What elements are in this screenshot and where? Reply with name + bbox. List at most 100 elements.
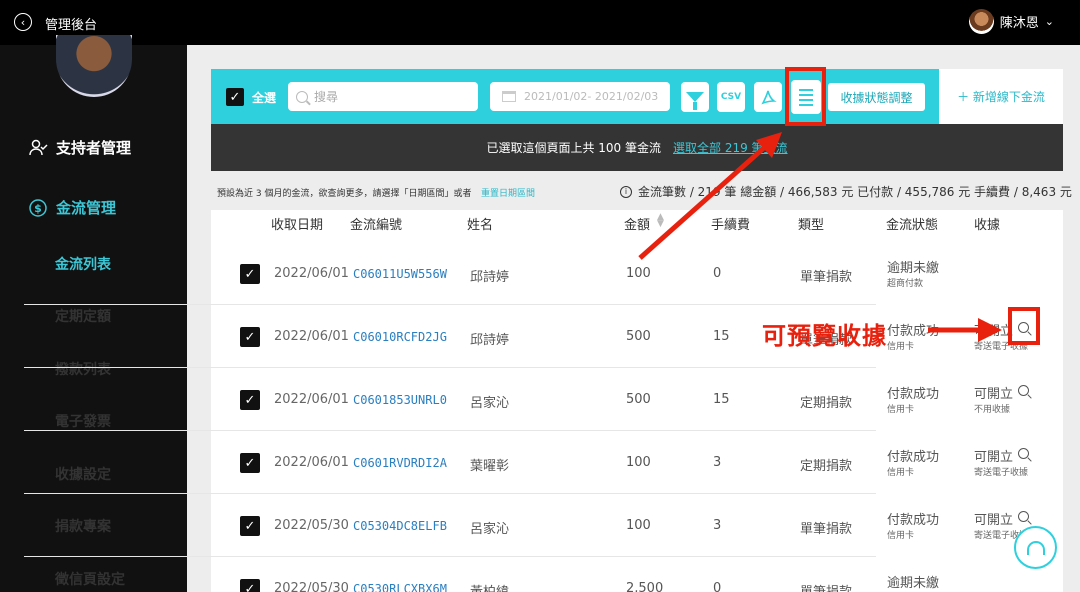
annotation-text: 可預覽收據 [762,322,887,350]
cell-payment-code[interactable]: C0601RVDRDI2A [353,456,447,470]
cell-payment-code[interactable]: C0601853UNRL0 [353,393,447,407]
table-row[interactable] [24,242,876,305]
cell-date: 2022/06/01 [274,266,349,281]
cell-name: 呂家沁 [470,522,510,537]
cell-status: 付款成功 [887,450,940,465]
row-checkbox[interactable]: ✓ [240,390,260,410]
column-header-date[interactable]: 收取日期 [271,214,323,233]
add-offline-payment-button[interactable]: ＋ 新增線下金流 [939,69,1063,124]
cell-status-method: 超商付款 [887,279,924,289]
receipt-status-button[interactable]: 收據狀態調整 [828,83,925,111]
support-button[interactable] [1014,526,1057,569]
cell-fee: 0 [713,266,722,281]
cell-name: 呂家沁 [470,396,510,411]
column-header-amount[interactable]: 金額 [624,214,650,233]
table-row[interactable] [24,368,876,431]
cell-status: 逾期未繳 [887,576,940,591]
cell-receipt: 可開立 [974,450,1014,465]
table-row[interactable] [24,557,876,592]
cell-fee: 15 [713,329,730,344]
cell-amount: 100 [626,266,651,281]
receipt-preview-icon[interactable] [1018,385,1029,396]
filter-button[interactable] [681,82,709,112]
top-bar: ‹ 管理後台 陳沐恩 ⌄ [0,0,1080,45]
cell-name: 黃柏緯 [470,581,509,592]
avatar [56,35,132,97]
avatar [968,9,994,34]
back-icon[interactable]: ‹ [14,13,32,31]
cell-amount: 100 [626,518,651,533]
csv-export-button[interactable]: CSV [717,82,745,112]
cell-type: 單筆捐款 [800,581,852,592]
reset-date-link[interactable]: 重置日期區間 [481,186,535,199]
sidebar-group-payments[interactable]: $ 金流管理 [28,197,116,218]
date-range-picker[interactable]: 2021/01/02- 2021/02/03 [490,82,670,111]
sidebar-group-supporters[interactable]: 支持者管理 [28,137,131,158]
cell-receipt-method: 不用收據 [974,405,1011,415]
info-icon: i [620,185,632,198]
cell-type: 定期捐款 [800,459,853,474]
column-header-fee[interactable]: 手續費 [711,214,750,233]
row-checkbox[interactable]: ✓ [240,453,260,473]
select-all-checkbox[interactable]: ✓ [226,88,244,106]
cell-date: 2022/05/30 [274,581,349,592]
receipt-preview-icon[interactable] [1018,448,1029,459]
app-title: 管理後台 [45,18,98,33]
cell-amount: 500 [626,392,651,407]
search-input[interactable] [314,89,464,104]
sidebar-group-label: 支持者管理 [56,139,132,157]
cell-status-method: 信用卡 [887,405,915,415]
cell-status-method: 信用卡 [887,342,915,352]
sort-icon[interactable]: ▲ ▼ [657,213,664,229]
selection-banner: 已選取這個頁面上共 100 筆金流 選取全部 219 筆金流 [211,124,1063,171]
table-row[interactable] [24,494,876,557]
column-header-name[interactable]: 姓名 [467,214,493,233]
cell-receipt-method: 寄送電子收據 [974,468,1029,478]
cell-date: 2022/05/30 [274,518,349,533]
cell-fee: 3 [713,455,722,470]
chevron-down-icon: ⌄ [1044,15,1054,28]
cell-status: 付款成功 [887,324,940,339]
cell-payment-code[interactable]: C06011U5W556W [353,267,447,281]
cell-payment-code[interactable]: C0530RLCXBX6M [353,582,447,592]
cell-fee: 3 [713,518,722,533]
receipt-preview-highlight [1008,307,1040,345]
row-checkbox[interactable]: ✓ [240,264,260,284]
calendar-icon [502,91,516,102]
user-name: 陳沐恩 [999,16,1039,31]
stats-text: 金流筆數 / 219 筆 總金額 / 466,583 元 已付款 / 455,7… [638,185,1072,199]
column-header-code[interactable]: 金流編號 [350,214,402,233]
cell-type: 單筆捐款 [800,522,853,537]
table-row[interactable] [24,431,876,494]
cell-receipt: 可開立 [974,387,1014,402]
cell-date: 2022/06/01 [274,455,349,470]
search-box[interactable] [288,82,478,111]
row-checkbox[interactable]: ✓ [240,327,260,347]
select-all-link[interactable]: 選取全部 219 筆金流 [673,139,788,156]
cell-status-method: 信用卡 [887,468,915,478]
column-header-receipt[interactable]: 收據 [974,214,1000,233]
table-row[interactable] [24,305,876,368]
selection-text: 已選取這個頁面上共 100 筆金流 [486,141,661,155]
summary-stats: i 金流筆數 / 219 筆 總金額 / 466,583 元 已付款 / 455… [620,183,1072,200]
cell-fee: 15 [713,392,730,407]
cell-type: 單筆捐款 [800,270,853,285]
cell-status: 付款成功 [887,513,940,528]
cell-name: 邱詩婷 [470,270,510,285]
receipt-icon-highlight [785,67,826,126]
row-checkbox[interactable]: ✓ [240,579,260,592]
filter-icon [686,92,704,110]
cell-payment-code[interactable]: C06010RCFD2JG [353,330,447,344]
cell-amount: 2,500 [626,581,664,592]
column-header-type[interactable]: 類型 [798,214,824,233]
pdf-export-button[interactable] [754,82,782,112]
headset-icon [1026,540,1045,555]
cell-payment-code[interactable]: C05304DC8ELFB [353,519,447,533]
date-range-value: 2021/01/02- 2021/02/03 [524,90,659,103]
cell-status: 付款成功 [887,387,940,402]
user-menu[interactable]: 陳沐恩 ⌄ [968,9,1054,34]
receipt-preview-icon[interactable] [1018,511,1029,522]
column-header-status[interactable]: 金流狀態 [886,214,938,233]
dollar-icon: $ [28,198,48,218]
row-checkbox[interactable]: ✓ [240,516,260,536]
